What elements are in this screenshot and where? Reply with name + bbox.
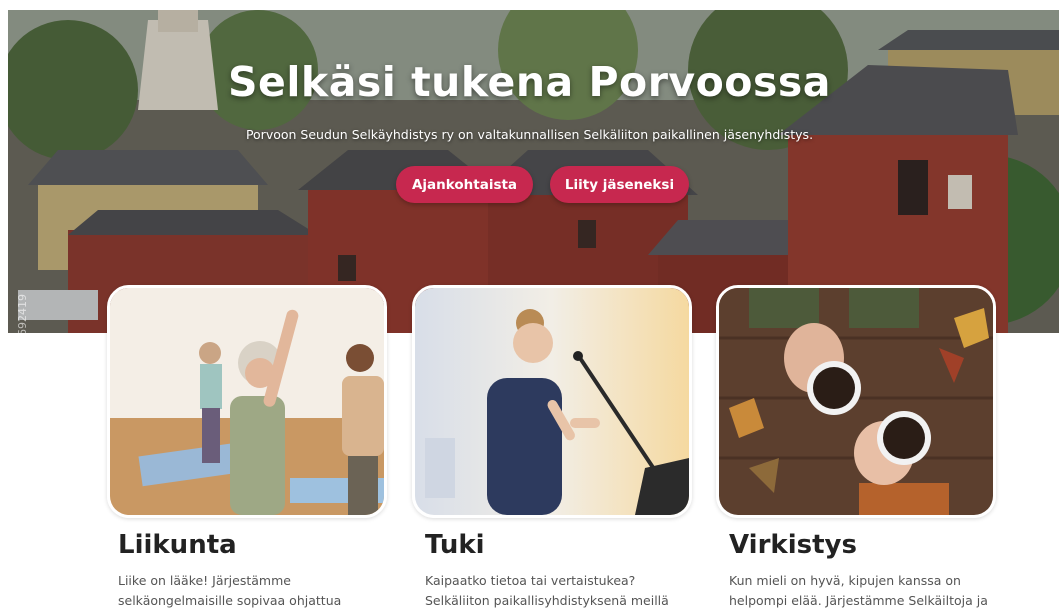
card-image-exercise[interactable]	[107, 285, 387, 518]
card-image-recreation[interactable]	[716, 285, 996, 518]
card-image-support[interactable]	[412, 285, 692, 518]
card-text-support: Kaipaatko tietoa tai vertaistukea? Selkä…	[425, 571, 705, 611]
news-button[interactable]: Ajankohtaista	[396, 166, 533, 203]
card-title-support: Tuki	[425, 530, 485, 560]
join-member-button[interactable]: Liity jäseneksi	[550, 166, 689, 203]
card-text-recreation: Kun mieli on hyvä, kipujen kanssa on hel…	[729, 571, 1009, 611]
card-title-exercise: Liikunta	[118, 530, 237, 560]
card-text-line: Kun mieli on hyvä, kipujen kanssa on	[729, 573, 961, 588]
card-text-line: Liike on lääke! Järjestämme	[118, 573, 291, 588]
card-text-line: helpompi elää. Järjestämme Selkäiltoja j…	[729, 593, 988, 608]
card-text-line: Kaipaatko tietoa tai vertaistukea?	[425, 573, 636, 588]
image-watermark: 692419	[16, 294, 29, 333]
card-text-line: selkäongelmaisille sopivaa ohjattua	[118, 593, 342, 608]
card-text-exercise: Liike on lääke! Järjestämme selkäongelma…	[118, 571, 398, 611]
hero-subtitle: Porvoon Seudun Selkäyhdistys ry on valta…	[245, 127, 814, 142]
speaker-photo	[415, 288, 689, 515]
yoga-class-photo	[110, 288, 384, 515]
card-title-recreation: Virkistys	[729, 530, 857, 560]
coffee-cups-photo	[719, 288, 993, 515]
page-title: Selkäsi tukena Porvoossa	[228, 58, 831, 106]
card-text-line: Selkäliiton paikallisyhdistyksenä meillä	[425, 593, 669, 608]
